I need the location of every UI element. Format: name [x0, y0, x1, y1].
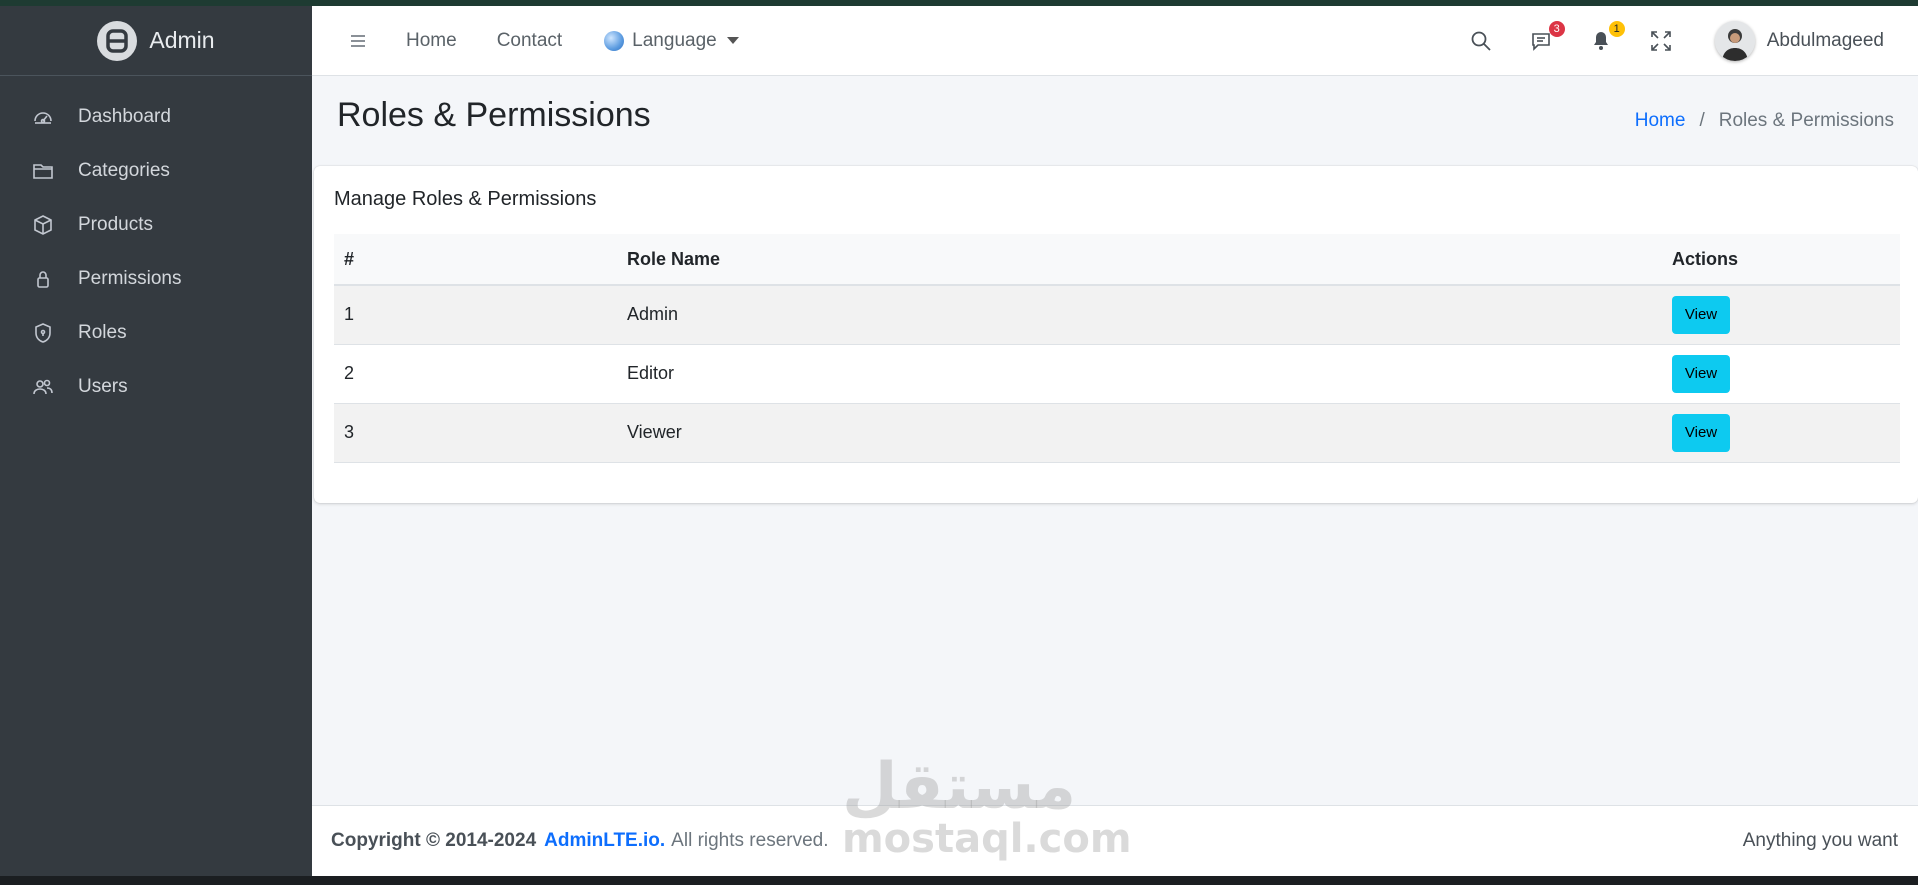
- row-number: 1: [334, 285, 617, 345]
- brand-link[interactable]: Admin: [0, 6, 312, 76]
- table-header-row: # Role Name Actions: [334, 234, 1900, 286]
- chat-icon: [1531, 32, 1550, 51]
- role-name: Editor: [617, 344, 1662, 404]
- card-title: Manage Roles & Permissions: [334, 188, 597, 210]
- sidebar-item-label: Users: [78, 376, 128, 397]
- row-number: 2: [334, 344, 617, 404]
- bell-icon: [1593, 31, 1608, 50]
- footer-rights: All rights reserved.: [671, 830, 829, 851]
- role-name: Admin: [617, 285, 1662, 345]
- language-label: Language: [632, 29, 717, 51]
- table-row: 2 Editor View: [334, 344, 1900, 404]
- roles-table: # Role Name Actions 1 Admin View 2 Edito…: [334, 234, 1900, 463]
- bottom-window-strip: [0, 876, 1918, 885]
- view-button[interactable]: View: [1672, 354, 1730, 393]
- shield-icon: [32, 322, 54, 344]
- row-actions: View: [1662, 403, 1900, 463]
- nav-link-contact[interactable]: Contact: [497, 30, 562, 52]
- sidebar-item-label: Products: [78, 214, 153, 235]
- sidebar-item-categories[interactable]: Categories: [0, 144, 312, 198]
- globe-icon: [604, 30, 625, 51]
- breadcrumb-separator: /: [1699, 110, 1705, 131]
- sidebar-item-permissions[interactable]: Permissions: [0, 252, 312, 306]
- language-dropdown[interactable]: Language: [604, 30, 739, 52]
- sidebar-item-products[interactable]: Products: [0, 198, 312, 252]
- table-row: 1 Admin View: [334, 285, 1900, 345]
- users-icon: [32, 376, 54, 398]
- sidebar-nav: Dashboard Categories Products Permission…: [0, 76, 312, 414]
- fullscreen-icon[interactable]: [1647, 27, 1675, 55]
- footer-copyright: Copyright © 2014-2024: [331, 830, 537, 851]
- footer-adminlte-link[interactable]: AdminLTE.io.: [544, 830, 665, 852]
- sidebar-item-roles[interactable]: Roles: [0, 306, 312, 360]
- view-button[interactable]: View: [1672, 413, 1730, 452]
- row-actions: View: [1662, 344, 1900, 404]
- user-name: Abdulmageed: [1766, 29, 1884, 51]
- row-number: 3: [334, 403, 617, 463]
- messages-badge: 3: [1548, 20, 1565, 37]
- brand-logo-icon: [97, 20, 138, 61]
- column-header-actions: Actions: [1662, 234, 1900, 286]
- dashboard-icon: [32, 106, 54, 128]
- top-navbar: Home Contact Language 3 1 Abdulmageed: [312, 6, 1918, 76]
- folder-icon: [32, 160, 54, 182]
- content-wrapper: Roles & Permissions Home / Roles & Permi…: [312, 76, 1918, 805]
- role-name: Viewer: [617, 403, 1662, 463]
- lock-icon: [32, 268, 54, 290]
- breadcrumb-home-link[interactable]: Home: [1635, 110, 1686, 132]
- box-icon: [32, 214, 54, 236]
- sidebar-item-label: Categories: [78, 160, 170, 181]
- breadcrumb: Home / Roles & Permissions: [1635, 110, 1894, 132]
- view-button[interactable]: View: [1672, 295, 1730, 334]
- column-header-number: #: [334, 234, 617, 286]
- caret-down-icon: [726, 37, 739, 44]
- sidebar-item-label: Dashboard: [78, 106, 171, 127]
- roles-card: Manage Roles & Permissions # Role Name A…: [314, 166, 1918, 503]
- page-title: Roles & Permissions: [337, 96, 651, 134]
- footer-right-text: Anything you want: [1742, 830, 1898, 851]
- row-actions: View: [1662, 285, 1900, 345]
- avatar: [1714, 20, 1755, 61]
- sidebar-item-label: Roles: [78, 322, 127, 343]
- notifications-badge: 1: [1608, 20, 1625, 37]
- table-row: 3 Viewer View: [334, 403, 1900, 463]
- sidebar-item-dashboard[interactable]: Dashboard: [0, 90, 312, 144]
- sidebar: Admin Dashboard Categories Products Perm…: [0, 6, 312, 876]
- menu-toggle-icon[interactable]: [346, 34, 370, 48]
- nav-link-home[interactable]: Home: [406, 30, 457, 52]
- column-header-role-name: Role Name: [617, 234, 1662, 286]
- messages-button[interactable]: 3: [1527, 20, 1565, 55]
- user-menu[interactable]: Abdulmageed: [1714, 20, 1884, 61]
- breadcrumb-current: Roles & Permissions: [1718, 110, 1894, 131]
- sidebar-item-users[interactable]: Users: [0, 360, 312, 414]
- sidebar-item-label: Permissions: [78, 268, 182, 289]
- footer: Copyright © 2014-2024 AdminLTE.io. All r…: [312, 805, 1918, 876]
- brand-name: Admin: [149, 27, 215, 53]
- search-icon[interactable]: [1467, 27, 1495, 55]
- notifications-button[interactable]: 1: [1587, 20, 1625, 55]
